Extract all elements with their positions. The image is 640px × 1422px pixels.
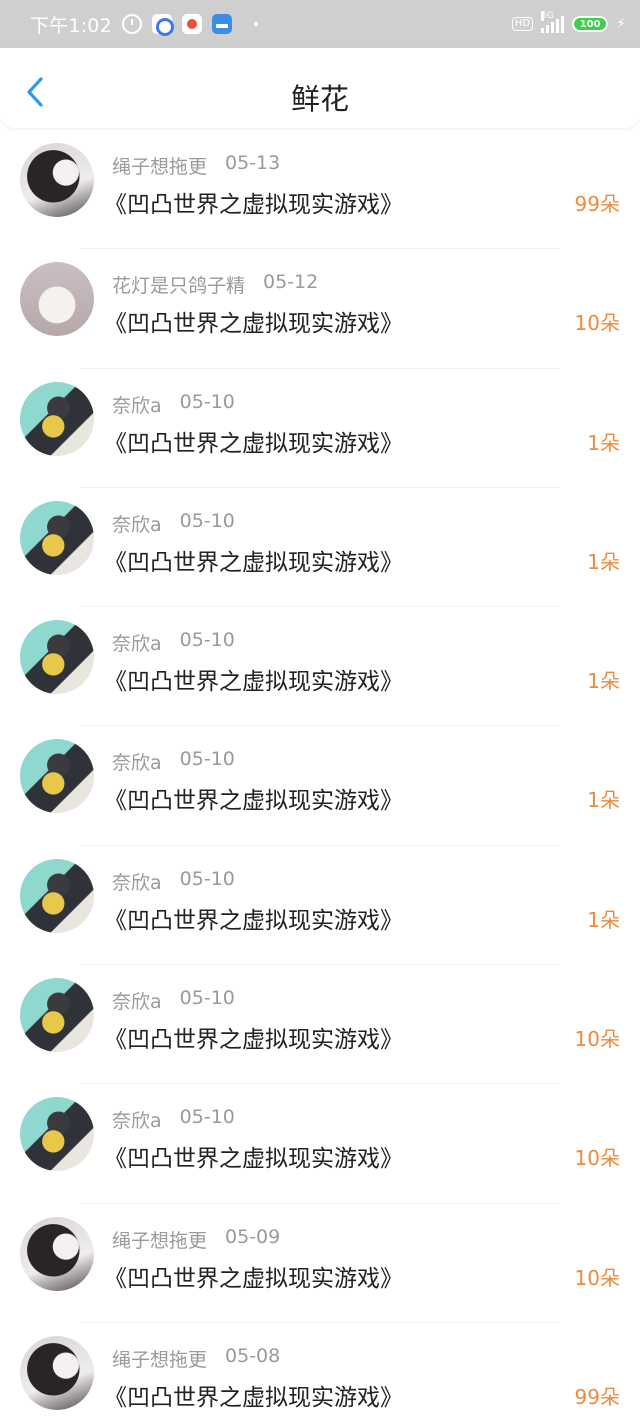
date: 05-10 bbox=[179, 509, 235, 532]
date: 05-10 bbox=[179, 1106, 235, 1129]
meta-line: 绳子想拖更 05-09 bbox=[112, 1226, 280, 1253]
flower-count: 10朵 bbox=[574, 1146, 620, 1171]
date: 05-09 bbox=[225, 1225, 281, 1248]
list-item[interactable]: 奈欣a 05-10 《凹凸世界之虚拟现实游戏》 10朵 bbox=[0, 965, 640, 1085]
avatar[interactable] bbox=[20, 858, 94, 933]
user-name[interactable]: 绳子想拖更 bbox=[112, 1345, 207, 1372]
meta-line: 绳子想拖更 05-08 bbox=[112, 1345, 280, 1372]
list-item[interactable]: 绳子想拖更 05-09 《凹凸世界之虚拟现实游戏》 10朵 bbox=[0, 1204, 640, 1323]
flower-count: 99朵 bbox=[574, 1384, 620, 1409]
user-name[interactable]: 奈欣a bbox=[112, 748, 162, 775]
flower-record-list: 绳子想拖更 05-13 《凹凸世界之虚拟现实游戏》 99朵 花灯是只鸽子精 05… bbox=[0, 130, 640, 1422]
user-name[interactable]: 奈欣a bbox=[112, 868, 162, 895]
date: 05-10 bbox=[179, 867, 235, 890]
book-title[interactable]: 《凹凸世界之虚拟现实游戏》 bbox=[104, 1259, 403, 1293]
meta-line: 奈欣a 05-10 bbox=[112, 629, 235, 656]
avatar[interactable] bbox=[20, 978, 94, 1053]
list-item[interactable]: 奈欣a 05-10 《凹凸世界之虚拟现实游戏》 1朵 bbox=[0, 846, 640, 966]
list-item[interactable]: 绳子想拖更 05-08 《凹凸世界之虚拟现实游戏》 99朵 bbox=[0, 1323, 640, 1422]
date: 05-10 bbox=[179, 987, 235, 1010]
signal-icon: 5G bbox=[541, 11, 565, 33]
avatar[interactable] bbox=[20, 262, 94, 337]
list-item[interactable]: 奈欣a 05-10 《凹凸世界之虚拟现实游戏》 1朵 bbox=[0, 726, 640, 846]
avatar[interactable] bbox=[20, 500, 94, 575]
hd-icon: HD bbox=[511, 17, 534, 31]
book-title[interactable]: 《凹凸世界之虚拟现实游戏》 bbox=[104, 781, 403, 815]
avatar[interactable] bbox=[20, 739, 94, 814]
flower-count: 10朵 bbox=[574, 311, 620, 336]
avatar[interactable] bbox=[20, 1335, 94, 1410]
book-title[interactable]: 《凹凸世界之虚拟现实游戏》 bbox=[104, 1378, 403, 1412]
avatar[interactable] bbox=[20, 1216, 94, 1291]
date: 05-08 bbox=[225, 1344, 281, 1367]
avatar[interactable] bbox=[20, 381, 94, 456]
flower-count: 10朵 bbox=[574, 1027, 620, 1052]
date: 05-10 bbox=[179, 748, 235, 771]
user-name[interactable]: 绳子想拖更 bbox=[112, 1226, 207, 1253]
flower-count: 1朵 bbox=[587, 669, 620, 694]
blue-app-icon bbox=[211, 14, 232, 34]
tomato-app-icon bbox=[181, 14, 202, 34]
network-type: 5G bbox=[541, 11, 554, 21]
list-item[interactable]: 花灯是只鸽子精 05-12 《凹凸世界之虚拟现实游戏》 10朵 bbox=[0, 249, 640, 369]
book-title[interactable]: 《凹凸世界之虚拟现实游戏》 bbox=[104, 662, 403, 696]
date: 05-10 bbox=[179, 390, 235, 413]
avatar[interactable] bbox=[20, 1097, 94, 1172]
list-item[interactable]: 奈欣a 05-10 《凹凸世界之虚拟现实游戏》 1朵 bbox=[0, 607, 640, 727]
list-item[interactable]: 绳子想拖更 05-13 《凹凸世界之虚拟现实游戏》 99朵 bbox=[0, 130, 640, 250]
header: 鲜花 bbox=[0, 48, 640, 128]
flower-count: 1朵 bbox=[587, 549, 620, 574]
date: 05-12 bbox=[263, 271, 319, 294]
meta-line: 奈欣a 05-10 bbox=[112, 868, 235, 895]
status-time: 下午1:02 bbox=[30, 14, 112, 37]
book-title[interactable]: 《凹凸世界之虚拟现实游戏》 bbox=[104, 304, 403, 338]
book-title[interactable]: 《凹凸世界之虚拟现实游戏》 bbox=[104, 1139, 403, 1173]
avatar[interactable] bbox=[20, 620, 94, 695]
date: 05-10 bbox=[179, 629, 235, 652]
user-name[interactable]: 奈欣a bbox=[112, 1106, 162, 1133]
avatar[interactable] bbox=[20, 143, 94, 217]
user-name[interactable]: 绳子想拖更 bbox=[112, 152, 207, 179]
meta-line: 奈欣a 05-10 bbox=[112, 1106, 235, 1133]
meta-line: 奈欣a 05-10 bbox=[112, 391, 235, 418]
book-title[interactable]: 《凹凸世界之虚拟现实游戏》 bbox=[104, 901, 403, 935]
flower-count: 99朵 bbox=[574, 192, 620, 216]
status-left: 下午1:02 bbox=[30, 11, 258, 38]
user-name[interactable]: 奈欣a bbox=[112, 629, 162, 656]
meta-line: 绳子想拖更 05-13 bbox=[112, 152, 280, 179]
book-title[interactable]: 《凹凸世界之虚拟现实游戏》 bbox=[104, 543, 403, 577]
list-item[interactable]: 奈欣a 05-10 《凹凸世界之虚拟现实游戏》 1朵 bbox=[0, 369, 640, 488]
flower-count: 1朵 bbox=[587, 430, 620, 455]
book-title[interactable]: 《凹凸世界之虚拟现实游戏》 bbox=[104, 185, 403, 219]
book-title[interactable]: 《凹凸世界之虚拟现实游戏》 bbox=[104, 424, 403, 458]
book-title[interactable]: 《凹凸世界之虚拟现实游戏》 bbox=[104, 1020, 403, 1054]
page-title: 鲜花 bbox=[290, 82, 349, 116]
charging-bolt-icon: ⚡ bbox=[616, 16, 626, 32]
alarm-icon bbox=[121, 14, 142, 34]
meta-line: 奈欣a 05-10 bbox=[112, 987, 235, 1014]
battery-icon: 100 bbox=[572, 16, 609, 32]
meta-line: 花灯是只鸽子精 05-12 bbox=[112, 271, 318, 298]
notification-dot bbox=[253, 22, 258, 26]
date: 05-13 bbox=[225, 152, 281, 174]
user-name[interactable]: 奈欣a bbox=[112, 391, 162, 418]
user-name[interactable]: 奈欣a bbox=[112, 510, 162, 537]
list-item[interactable]: 奈欣a 05-10 《凹凸世界之虚拟现实游戏》 10朵 bbox=[0, 1084, 640, 1204]
baidu-cloud-icon bbox=[151, 14, 174, 36]
flower-count: 1朵 bbox=[587, 907, 620, 932]
user-name[interactable]: 奈欣a bbox=[112, 987, 162, 1014]
meta-line: 奈欣a 05-10 bbox=[112, 510, 235, 537]
status-right: HD 5G 100 ⚡ bbox=[511, 11, 626, 33]
flower-count: 1朵 bbox=[587, 788, 620, 813]
list-item[interactable]: 奈欣a 05-10 《凹凸世界之虚拟现实游戏》 1朵 bbox=[0, 488, 640, 608]
flower-count: 10朵 bbox=[574, 1265, 620, 1290]
status-bar: 下午1:02 HD 5G 100 ⚡ bbox=[0, 0, 640, 48]
user-name[interactable]: 花灯是只鸽子精 bbox=[112, 271, 245, 298]
meta-line: 奈欣a 05-10 bbox=[112, 748, 235, 775]
